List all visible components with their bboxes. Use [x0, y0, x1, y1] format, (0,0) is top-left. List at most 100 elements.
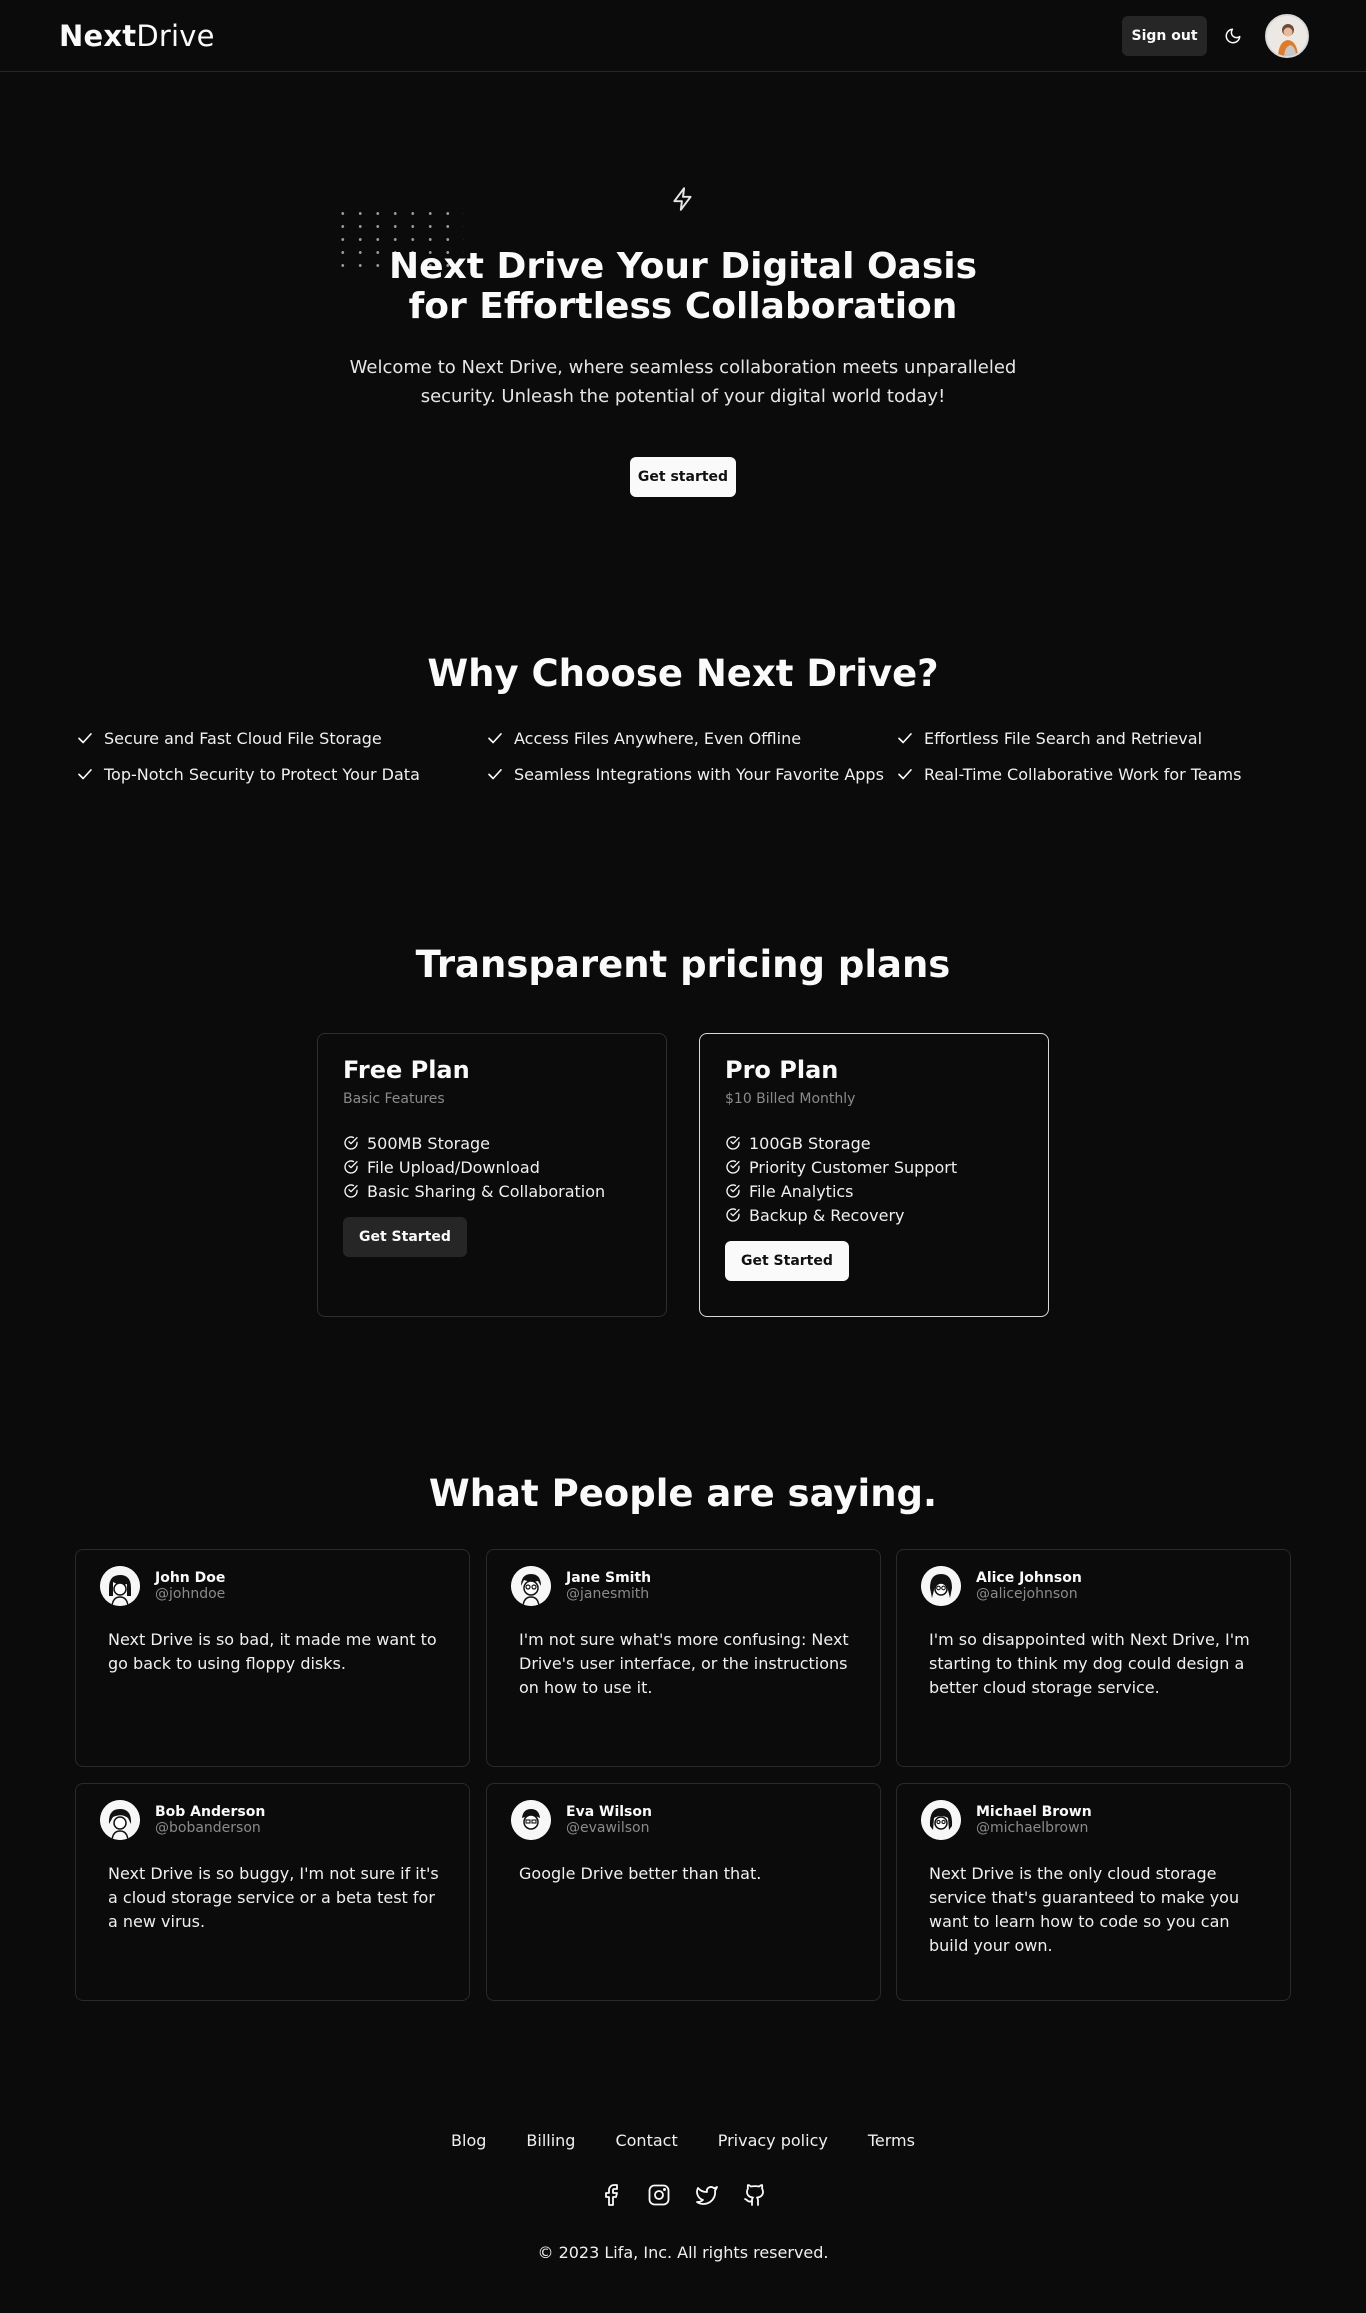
testimonial-text: I'm not sure what's more confusing: Next… — [519, 1630, 849, 1697]
plan-card-pro: Pro Plan $10 Billed Monthly 100GB Storag… — [699, 1033, 1049, 1317]
feature-item: Effortless File Search and Retrieval — [896, 727, 1306, 749]
plan-description: $10 Billed Monthly — [725, 1091, 856, 1107]
testimonial-text: I'm so disappointed with Next Drive, I'm… — [929, 1630, 1250, 1697]
testimonial-name: Eva Wilson — [566, 1804, 652, 1820]
plan-description: Basic Features — [343, 1091, 445, 1107]
check-icon — [78, 733, 92, 744]
feature-label: Seamless Integrations with Your Favorite… — [514, 764, 884, 784]
testimonial-name: Jane Smith — [566, 1570, 652, 1586]
check-circle-icon — [344, 1184, 358, 1198]
hero-subtitle-line-2: security. Unleash the potential of your … — [420, 386, 946, 407]
facebook-icon[interactable] — [599, 2183, 623, 2207]
feature-item: Top-Notch Security to Protect Your Data — [76, 763, 486, 785]
user-avatar-icon — [921, 1800, 961, 1840]
testimonial-name: Michael Brown — [976, 1804, 1092, 1820]
features-list: Secure and Fast Cloud File Storage Acces… — [76, 727, 1316, 785]
avatar[interactable] — [1265, 13, 1309, 58]
plan-name: Free Plan — [343, 1056, 470, 1084]
footer-link-contact[interactable]: Contact — [615, 2131, 677, 2150]
user-avatar-icon — [100, 1566, 140, 1606]
testimonial-text: Next Drive is so buggy, I'm not sure if … — [108, 1864, 439, 1931]
plan-feature: Backup & Recovery — [725, 1203, 1023, 1227]
footer-link-terms[interactable]: Terms — [868, 2131, 915, 2150]
get-started-button[interactable]: Get started — [630, 457, 736, 497]
feature-label: Top-Notch Security to Protect Your Data — [104, 764, 420, 784]
testimonial-name: John Doe — [155, 1570, 226, 1586]
testimonial-handle: @janesmith — [566, 1586, 650, 1602]
testimonial-handle: @alicejohnson — [976, 1586, 1078, 1602]
copyright: © 2023 Lifa, Inc. All rights reserved. — [537, 2243, 829, 2262]
testimonial-name: Alice Johnson — [976, 1570, 1082, 1586]
user-avatar-icon — [511, 1800, 551, 1840]
check-circle-icon — [344, 1136, 358, 1150]
hero-title: Next Drive Your Digital Oasis for Effort… — [283, 247, 1083, 327]
hero-title-line-1: Next Drive Your Digital Oasis — [388, 246, 978, 287]
plan-feature: 500MB Storage — [343, 1131, 641, 1155]
testimonial-text: Next Drive is so bad, it made me want to… — [108, 1630, 437, 1673]
testimonial-text: Next Drive is the only cloud storage ser… — [929, 1864, 1240, 1955]
check-icon — [78, 769, 92, 780]
header-actions: Sign out — [1122, 13, 1309, 58]
feature-item: Access Files Anywhere, Even Offline — [486, 727, 896, 749]
github-icon[interactable] — [743, 2183, 767, 2207]
testimonial-card: Jane Smith @janesmith I'm not sure what's… — [486, 1549, 881, 1767]
site-header: NextDrive Sign out — [0, 0, 1366, 72]
testimonial-name: Bob Anderson — [155, 1804, 266, 1820]
plan-feature-list: 500MB Storage File Upload/Download Basic… — [343, 1131, 641, 1203]
plan-feature-label: File Analytics — [749, 1181, 854, 1201]
plan-feature-list: 100GB Storage Priority Customer Support … — [725, 1131, 1023, 1227]
plan-name: Pro Plan — [725, 1056, 839, 1084]
testimonial-handle: @michaelbrown — [976, 1820, 1089, 1836]
testimonial-card: Alice Johnson @alicejohnson I'm so disapp… — [896, 1549, 1291, 1767]
feature-label: Secure and Fast Cloud File Storage — [104, 728, 382, 748]
check-icon — [488, 769, 502, 780]
check-circle-icon — [726, 1160, 740, 1174]
plan-card-free: Free Plan Basic Features 500MB Storage F… — [317, 1033, 667, 1317]
free-plan-get-started-button[interactable]: Get Started — [343, 1217, 467, 1257]
footer-link-privacy-policy[interactable]: Privacy policy — [718, 2131, 828, 2150]
twitter-icon[interactable] — [695, 2183, 719, 2207]
plan-feature-label: 100GB Storage — [749, 1133, 871, 1153]
feature-item: Secure and Fast Cloud File Storage — [76, 727, 486, 749]
plan-feature: Basic Sharing & Collaboration — [343, 1179, 641, 1203]
footer-link-blog[interactable]: Blog — [451, 2131, 486, 2150]
feature-label: Effortless File Search and Retrieval — [924, 728, 1203, 748]
plan-feature-label: Priority Customer Support — [749, 1157, 958, 1177]
check-circle-icon — [726, 1136, 740, 1150]
plan-feature-label: Basic Sharing & Collaboration — [367, 1181, 606, 1201]
footer-nav: Blog Billing Contact Privacy policy Term… — [0, 2131, 1366, 2150]
sign-out-button[interactable]: Sign out — [1122, 15, 1207, 56]
testimonial-card: Eva Wilson @evawilson Google Drive better… — [486, 1783, 881, 2001]
theme-toggle-button[interactable] — [1213, 16, 1253, 56]
moon-icon — [1225, 28, 1241, 43]
avatar — [511, 1800, 551, 1840]
testimonial-card: Bob Anderson @bobanderson Next Drive is s… — [75, 1783, 470, 2001]
lightning-icon — [673, 187, 692, 211]
avatar — [100, 1566, 140, 1606]
check-circle-icon — [344, 1160, 358, 1174]
avatar — [511, 1566, 551, 1606]
testimonial-handle: @bobanderson — [155, 1820, 261, 1836]
pro-plan-get-started-button[interactable]: Get Started — [725, 1241, 849, 1281]
feature-label: Access Files Anywhere, Even Offline — [514, 728, 802, 748]
testimonial-handle: @johndoe — [155, 1586, 226, 1602]
avatar — [921, 1800, 961, 1840]
plan-feature-label: File Upload/Download — [367, 1157, 540, 1177]
avatar — [100, 1800, 140, 1840]
feature-item: Real-Time Collaborative Work for Teams — [896, 763, 1306, 785]
user-avatar-icon — [1267, 15, 1307, 56]
footer-link-billing[interactable]: Billing — [526, 2131, 575, 2150]
check-icon — [898, 733, 912, 744]
logo[interactable]: NextDrive — [59, 19, 215, 53]
features-title: Why Choose Next Drive? — [427, 652, 939, 695]
plan-feature-label: 500MB Storage — [367, 1133, 491, 1153]
instagram-icon[interactable] — [647, 2183, 671, 2207]
check-circle-icon — [726, 1208, 740, 1222]
plan-feature: File Analytics — [725, 1179, 1023, 1203]
testimonials-title: What People are saying. — [428, 1472, 938, 1515]
testimonial-text: Google Drive better than that. — [519, 1864, 762, 1883]
user-avatar-icon — [921, 1566, 961, 1606]
testimonial-card: John Doe @johndoe Next Drive is so bad, i… — [75, 1549, 470, 1767]
plan-feature-label: Backup & Recovery — [749, 1205, 905, 1225]
plan-feature: Priority Customer Support — [725, 1155, 1023, 1179]
